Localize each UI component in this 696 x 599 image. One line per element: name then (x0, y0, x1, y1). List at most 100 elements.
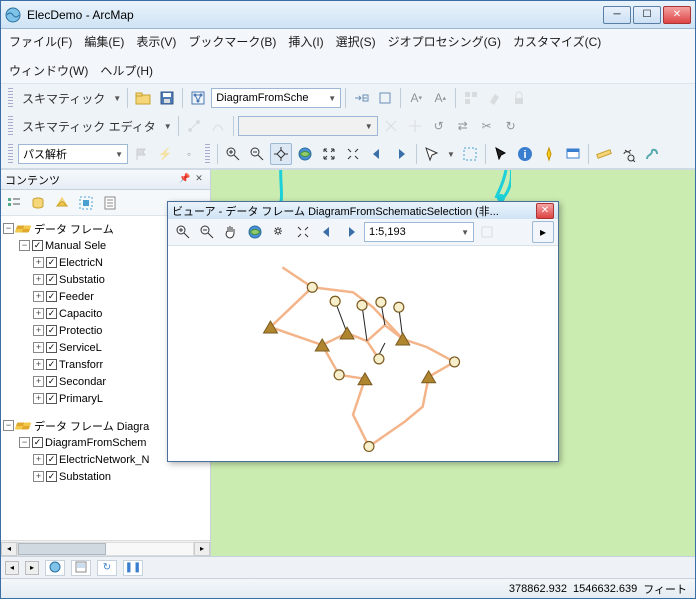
viewer-zoom-out-button[interactable] (196, 221, 218, 243)
save-schematic-button[interactable] (156, 87, 178, 109)
expand-icon[interactable] (33, 325, 44, 336)
checkbox[interactable] (46, 454, 57, 465)
find-button[interactable] (617, 143, 639, 165)
refresh-button[interactable]: ↻ (97, 560, 117, 576)
expand-icon[interactable] (33, 454, 44, 465)
viewer-close-button[interactable]: ✕ (536, 203, 554, 219)
viewer-canvas[interactable] (168, 246, 558, 461)
viewer-zoom-out-fixed-button[interactable] (292, 221, 314, 243)
list-by-visibility-button[interactable] (51, 192, 73, 214)
measure-button[interactable] (593, 143, 615, 165)
expand-icon[interactable] (33, 342, 44, 353)
data-view-tab[interactable] (45, 560, 65, 576)
expand-icon[interactable] (33, 274, 44, 285)
checkbox[interactable] (46, 325, 57, 336)
scroll-left-button[interactable]: ◂ (1, 542, 17, 556)
close-button[interactable]: ✕ (663, 6, 691, 24)
menu-geoprocessing[interactable]: ジオプロセシング(G) (388, 33, 501, 50)
layout-view-tab[interactable] (71, 560, 91, 576)
hyperlink-button[interactable] (538, 143, 560, 165)
tab-next-button[interactable]: ▸ (25, 561, 39, 575)
checkbox[interactable] (46, 308, 57, 319)
zoom-in-button[interactable] (222, 143, 244, 165)
viewer-prev-extent-button[interactable] (316, 221, 338, 243)
checkbox[interactable] (46, 342, 57, 353)
schematic-editor-label[interactable]: スキマティック エディタ (18, 118, 160, 135)
expand-icon[interactable] (33, 291, 44, 302)
viewer-full-extent-button[interactable] (244, 221, 266, 243)
grip-icon[interactable] (8, 144, 13, 164)
menu-insert[interactable]: 挿入(I) (288, 33, 323, 50)
chevron-down-icon[interactable]: ▼ (111, 94, 123, 103)
grip-icon[interactable] (205, 144, 210, 164)
menu-selection[interactable]: 選択(S) (336, 33, 376, 50)
scroll-track[interactable] (17, 542, 194, 556)
menu-customize[interactable]: カスタマイズ(C) (513, 33, 601, 50)
schematic-label[interactable]: スキマティック (18, 90, 109, 107)
list-by-source-button[interactable] (27, 192, 49, 214)
open-schematic-button[interactable] (132, 87, 154, 109)
fixed-zoom-out-button[interactable] (342, 143, 364, 165)
maximize-button[interactable]: ☐ (633, 6, 661, 24)
zoom-out-button[interactable] (246, 143, 268, 165)
analysis-combo[interactable]: パス解析▼ (18, 144, 128, 164)
select-features-button[interactable] (421, 143, 443, 165)
viewer-menu-button[interactable]: ▸ (532, 221, 554, 243)
collapse-icon[interactable] (19, 240, 30, 251)
viewer-pan-button[interactable] (220, 221, 242, 243)
options-button[interactable] (99, 192, 121, 214)
viewer-zoom-in-fixed-button[interactable] (268, 221, 290, 243)
tab-prev-button[interactable]: ◂ (5, 561, 19, 575)
propagate-button[interactable] (350, 87, 372, 109)
checkbox[interactable] (46, 274, 57, 285)
close-icon[interactable]: ✕ (192, 173, 206, 187)
checkbox[interactable] (46, 376, 57, 387)
box-button[interactable] (374, 87, 396, 109)
prev-extent-button[interactable] (366, 143, 388, 165)
fixed-zoom-in-button[interactable] (318, 143, 340, 165)
chevron-down-icon[interactable]: ▼ (162, 122, 174, 131)
collapse-icon[interactable] (19, 437, 30, 448)
expand-icon[interactable] (33, 257, 44, 268)
full-extent-button[interactable] (294, 143, 316, 165)
select-elements-button[interactable] (490, 143, 512, 165)
viewer-scale-combo[interactable]: 1:5,193▼ (364, 222, 474, 242)
diagram-icon[interactable] (187, 87, 209, 109)
find-route-button[interactable] (641, 143, 663, 165)
collapse-icon[interactable] (3, 223, 14, 234)
minimize-button[interactable]: ─ (603, 6, 631, 24)
collapse-icon[interactable] (3, 420, 14, 431)
grip-icon[interactable] (8, 88, 13, 108)
diagram-combo[interactable]: DiagramFromSche▼ (211, 88, 341, 108)
html-popup-button[interactable] (562, 143, 584, 165)
expand-icon[interactable] (33, 471, 44, 482)
chevron-down-icon[interactable]: ▼ (445, 150, 457, 159)
checkbox[interactable] (32, 437, 43, 448)
menu-bookmarks[interactable]: ブックマーク(B) (188, 33, 276, 50)
menu-edit[interactable]: 編集(E) (84, 33, 124, 50)
toc-scrollbar[interactable]: ◂ ▸ (1, 540, 210, 556)
menu-window[interactable]: ウィンドウ(W) (9, 62, 88, 79)
pin-icon[interactable]: 📌 (178, 173, 192, 187)
viewer-window[interactable]: ビューア - データ フレーム DiagramFromSchematicSele… (167, 201, 559, 462)
viewer-titlebar[interactable]: ビューア - データ フレーム DiagramFromSchematicSele… (168, 202, 558, 219)
grip-icon[interactable] (8, 116, 13, 136)
viewer-next-extent-button[interactable] (340, 221, 362, 243)
menu-file[interactable]: ファイル(F) (9, 33, 72, 50)
expand-icon[interactable] (33, 359, 44, 370)
clear-selection-button[interactable] (459, 143, 481, 165)
pan-button[interactable] (270, 143, 292, 165)
checkbox[interactable] (32, 240, 43, 251)
next-extent-button[interactable] (390, 143, 412, 165)
checkbox[interactable] (46, 257, 57, 268)
checkbox[interactable] (46, 393, 57, 404)
scroll-right-button[interactable]: ▸ (194, 542, 210, 556)
checkbox[interactable] (46, 471, 57, 482)
list-by-drawing-order-button[interactable] (3, 192, 25, 214)
identify-button[interactable]: i (514, 143, 536, 165)
viewer-zoom-in-button[interactable] (172, 221, 194, 243)
checkbox[interactable] (46, 291, 57, 302)
expand-icon[interactable] (33, 376, 44, 387)
expand-icon[interactable] (33, 393, 44, 404)
layout-button[interactable] (460, 87, 482, 109)
